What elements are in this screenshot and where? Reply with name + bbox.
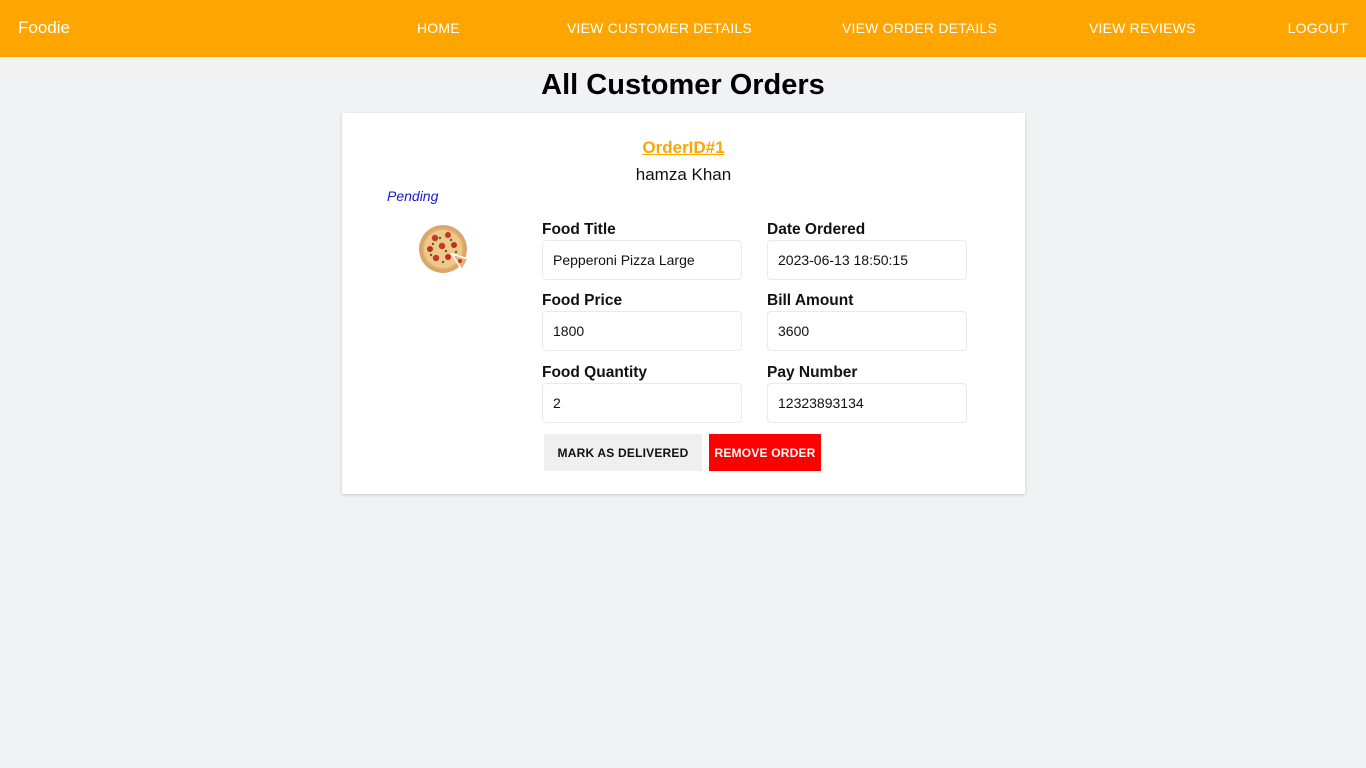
navbar: Foodie HOME VIEW CUSTOMER DETAILS VIEW O…	[0, 0, 1366, 57]
food-price-label: Food Price	[542, 292, 623, 309]
order-id-link[interactable]: OrderID#1	[342, 138, 1025, 158]
page-title: All Customer Orders	[541, 69, 825, 101]
food-title-label: Food Title	[542, 221, 616, 238]
order-status: Pending	[387, 188, 439, 204]
bill-amount-label: Bill Amount	[767, 292, 854, 309]
food-quantity-label: Food Quantity	[542, 364, 648, 381]
nav-view-customer-details[interactable]: VIEW CUSTOMER DETAILS	[567, 20, 752, 36]
pay-number-field[interactable]	[767, 383, 967, 423]
brand-logo[interactable]: Foodie	[18, 18, 70, 38]
customer-name: hamza Khan	[635, 165, 732, 184]
pizza-image	[419, 225, 470, 273]
bill-amount-field[interactable]	[767, 311, 967, 351]
date-ordered-field[interactable]	[767, 240, 967, 280]
food-title-field[interactable]	[542, 240, 742, 280]
remove-order-button[interactable]: REMOVE ORDER	[709, 434, 821, 471]
nav-home[interactable]: HOME	[417, 20, 460, 36]
pay-number-label: Pay Number	[767, 364, 858, 381]
nav-logout[interactable]: LOGOUT	[1288, 20, 1348, 36]
nav-view-order-details[interactable]: VIEW ORDER DETAILS	[842, 20, 997, 36]
mark-as-delivered-button[interactable]: MARK AS DELIVERED	[544, 434, 702, 471]
order-card: OrderID#1 hamza Khan Pending Food Title …	[342, 113, 1025, 494]
food-quantity-field[interactable]	[542, 383, 742, 423]
nav-view-reviews[interactable]: VIEW REVIEWS	[1089, 20, 1196, 36]
food-price-field[interactable]	[542, 311, 742, 351]
date-ordered-label: Date Ordered	[767, 221, 866, 238]
